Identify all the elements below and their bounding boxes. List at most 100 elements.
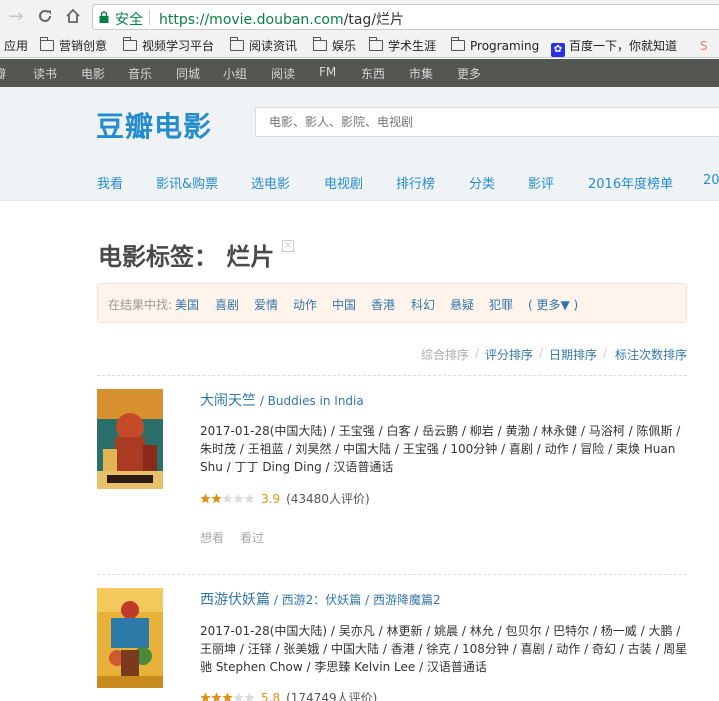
sub-nav-item[interactable]: 排行榜 bbox=[396, 173, 435, 192]
movie-sub-nav: 我看 影讯&购票 选电影 电视剧 排行榜 分类 影评 2016年度榜单 201 bbox=[0, 161, 719, 201]
bookmark-label: S bbox=[700, 39, 708, 53]
filter-tag[interactable]: 科幻 bbox=[411, 296, 435, 313]
bookmark-item[interactable]: 视频学习平台 bbox=[123, 37, 214, 55]
sub-nav-item[interactable]: 影评 bbox=[528, 173, 554, 192]
bookmark-item[interactable]: S bbox=[700, 37, 708, 55]
rating-stars bbox=[200, 493, 255, 504]
movie-description: 2017-01-28(中国大陆) / 吴亦凡 / 林更新 / 姚晨 / 林允 /… bbox=[200, 624, 688, 674]
filter-tag[interactable]: 香港 bbox=[371, 296, 395, 313]
url-path: /tag/烂片 bbox=[343, 12, 405, 28]
sort-separator: / bbox=[539, 346, 544, 360]
filter-tag[interactable]: 爱情 bbox=[254, 296, 278, 313]
filter-tag[interactable]: 喜剧 bbox=[215, 296, 239, 313]
bookmark-item[interactable]: 娱乐 bbox=[313, 37, 356, 55]
tag-filter-box: 在结果中找: 美国 喜剧 爱情 动作 中国 香港 科幻 悬疑 犯罪 ( 更多▼ … bbox=[97, 283, 687, 323]
filter-label: 在结果中找: bbox=[108, 298, 173, 312]
global-nav-item[interactable]: 瓣 bbox=[0, 65, 6, 82]
bookmark-apps[interactable]: 应用 bbox=[4, 37, 28, 55]
sort-option-marks[interactable]: 标注次数排序 bbox=[615, 346, 687, 363]
star-icon bbox=[200, 692, 211, 701]
browser-toolbar: → 安全 https://movie.douban.com/tag/烂片 bbox=[0, 0, 719, 34]
movie-title[interactable]: 西游伏妖篇 / 西游2：伏妖篇 / 西游降魔篇2 bbox=[200, 589, 441, 609]
url-text[interactable]: https://movie.douban.com/tag/烂片 bbox=[159, 9, 404, 29]
folder-icon bbox=[451, 37, 465, 51]
global-nav-item[interactable]: 电影 bbox=[81, 65, 105, 82]
movie-alt-title: / 西游2：伏妖篇 / 西游降魔篇2 bbox=[270, 593, 441, 607]
sub-nav-item[interactable]: 201 bbox=[703, 173, 719, 188]
rating-row: 3.9 (43480人评价) bbox=[200, 492, 370, 506]
address-bar[interactable]: 安全 https://movie.douban.com/tag/烂片 bbox=[92, 4, 719, 30]
bookmark-item[interactable]: 营销创意 bbox=[40, 37, 107, 55]
movie-title-text: 大闹天竺 bbox=[200, 393, 256, 409]
bookmark-label: Programing bbox=[470, 39, 540, 53]
movie-title-text: 西游伏妖篇 bbox=[200, 592, 270, 608]
home-icon[interactable] bbox=[63, 7, 83, 27]
star-icon bbox=[211, 692, 222, 701]
movie-poster[interactable] bbox=[97, 389, 163, 489]
bookmark-item[interactable]: Programing bbox=[451, 37, 539, 55]
star-icon bbox=[233, 493, 244, 504]
bookmark-item[interactable]: 学术生涯 bbox=[369, 37, 436, 55]
filter-tag[interactable]: 犯罪 bbox=[489, 296, 513, 313]
folder-icon bbox=[230, 37, 244, 51]
folder-icon bbox=[123, 37, 137, 51]
filter-tag[interactable]: 美国 bbox=[175, 296, 199, 313]
global-nav-item[interactable]: 音乐 bbox=[128, 65, 152, 82]
site-header: 豆瓣电影 bbox=[0, 87, 719, 161]
forward-arrow-icon[interactable]: → bbox=[6, 7, 26, 27]
remove-tag-icon[interactable]: × bbox=[282, 240, 294, 252]
bookmark-label: 娱乐 bbox=[332, 39, 357, 53]
bookmark-item[interactable]: 阅读资讯 bbox=[230, 37, 297, 55]
watched-link[interactable]: 看过 bbox=[240, 529, 264, 546]
sub-nav-item[interactable]: 我看 bbox=[97, 173, 123, 192]
global-nav-item[interactable]: 小组 bbox=[223, 65, 247, 82]
secure-label: 安全 bbox=[115, 12, 143, 28]
global-nav-item[interactable]: 市集 bbox=[409, 65, 433, 82]
rating-count: (174749人评价) bbox=[286, 691, 378, 701]
bookmarks-bar: 应用 营销创意 视频学习平台 阅读资讯 娱乐 学术生涯 Programing ✿… bbox=[0, 34, 719, 58]
search-input[interactable] bbox=[256, 108, 719, 136]
filter-tag[interactable]: 中国 bbox=[332, 296, 356, 313]
folder-icon bbox=[369, 37, 383, 51]
star-icon bbox=[233, 692, 244, 701]
folder-icon bbox=[313, 37, 327, 51]
sub-nav-item[interactable]: 影讯&购票 bbox=[156, 173, 218, 192]
douban-movie-logo[interactable]: 豆瓣电影 bbox=[96, 105, 212, 145]
url-host: https://movie.douban.com bbox=[159, 12, 344, 28]
bookmark-label: 学术生涯 bbox=[388, 39, 437, 53]
rating-row: 5.8 (174749人评价) bbox=[200, 691, 377, 701]
baidu-paw-icon: ✿ bbox=[551, 43, 565, 57]
sub-nav-item[interactable]: 2016年度榜单 bbox=[588, 173, 673, 192]
global-nav-item[interactable]: 读书 bbox=[33, 65, 57, 82]
divider bbox=[97, 375, 687, 376]
star-icon bbox=[222, 692, 233, 701]
star-icon bbox=[244, 493, 255, 504]
bookmark-label: 阅读资讯 bbox=[249, 39, 298, 53]
bookmark-label: 应用 bbox=[4, 39, 29, 53]
filter-tag[interactable]: 动作 bbox=[293, 296, 317, 313]
url-divider bbox=[149, 10, 150, 25]
movie-title[interactable]: 大闹天竺 / Buddies in India bbox=[200, 390, 364, 410]
global-nav-item[interactable]: 同城 bbox=[176, 65, 200, 82]
sub-nav-item[interactable]: 选电影 bbox=[251, 173, 290, 192]
rating-stars bbox=[200, 692, 255, 701]
sub-nav-item[interactable]: 分类 bbox=[469, 173, 495, 192]
want-to-watch-link[interactable]: 想看 bbox=[200, 529, 224, 546]
rating-value: 3.9 bbox=[261, 492, 281, 506]
global-nav-item[interactable]: 阅读 bbox=[271, 65, 295, 82]
more-tags-toggle[interactable]: ( 更多▼ ) bbox=[528, 296, 578, 313]
sort-option-default[interactable]: 综合排序 bbox=[421, 346, 469, 363]
sort-option-rating[interactable]: 评分排序 bbox=[485, 346, 533, 363]
global-nav-item[interactable]: 更多 bbox=[457, 65, 481, 82]
global-nav-item[interactable]: 东西 bbox=[361, 65, 385, 82]
bookmark-item[interactable]: ✿ 百度一下，你就知道 bbox=[551, 37, 677, 57]
sub-nav-item[interactable]: 电视剧 bbox=[324, 173, 363, 192]
global-nav-item[interactable]: FM bbox=[319, 65, 336, 79]
search-box[interactable] bbox=[255, 107, 719, 137]
sort-option-date[interactable]: 日期排序 bbox=[549, 346, 597, 363]
star-icon bbox=[244, 692, 255, 701]
star-icon bbox=[211, 493, 222, 504]
reload-icon[interactable] bbox=[35, 7, 55, 27]
filter-tag[interactable]: 悬疑 bbox=[450, 296, 474, 313]
movie-poster[interactable] bbox=[97, 588, 163, 688]
